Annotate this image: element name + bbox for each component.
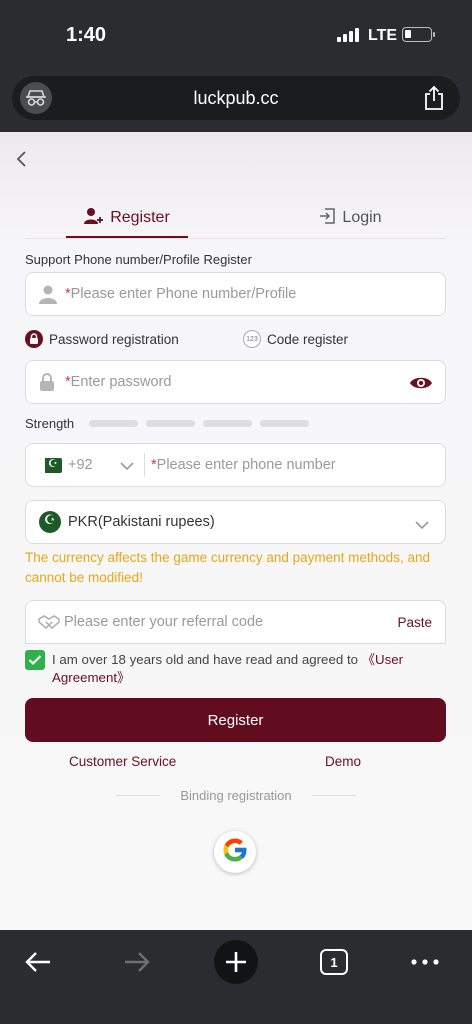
user-icon [39, 284, 57, 309]
agreement-statement: I am over 18 years old and have read and… [52, 652, 362, 667]
back-arrow-icon[interactable] [16, 940, 60, 984]
handshake-icon [38, 614, 60, 635]
chevron-down-icon [415, 517, 429, 535]
back-chevron-icon[interactable] [12, 148, 34, 170]
phone-number-input[interactable]: *Please enter phone number [145, 444, 445, 486]
customer-service-link[interactable]: Customer Service [69, 754, 176, 769]
register-button[interactable]: Register [25, 698, 446, 742]
share-icon[interactable] [422, 85, 446, 111]
divider-right [312, 795, 356, 796]
currency-value: PKR(Pakistani rupees) [68, 514, 215, 530]
login-icon [318, 207, 336, 230]
more-menu-icon[interactable] [403, 940, 447, 984]
browser-toolbar: 1 [0, 930, 472, 1024]
code-register-label: Code register [267, 331, 349, 347]
agreement-text: I am over 18 years old and have read and… [52, 651, 444, 687]
add-user-icon [84, 207, 104, 230]
forward-arrow-icon[interactable] [115, 940, 159, 984]
status-time: 1:40 [66, 24, 107, 46]
strength-label: Strength [25, 416, 75, 431]
url-text[interactable]: luckpub.cc [12, 88, 460, 109]
google-login-button[interactable] [214, 831, 256, 873]
new-tab-plus-icon[interactable] [214, 940, 258, 984]
phone-input-group: +92 *Please enter phone number [25, 443, 446, 487]
tab-login[interactable]: Login [300, 198, 400, 238]
tab-login-label: Login [342, 209, 382, 226]
password-strength-meter [89, 420, 309, 427]
country-code-value: +92 [68, 457, 93, 473]
register-page: Register Login Support Phone number/Prof… [0, 132, 472, 930]
eye-icon[interactable] [409, 375, 433, 396]
support-label: Support Phone number/Profile Register [25, 252, 252, 267]
currency-select[interactable]: PKR(Pakistani rupees) [25, 500, 446, 544]
referral-input[interactable]: Please enter your referral code Paste [25, 600, 446, 644]
tab-count: 1 [320, 949, 348, 975]
agreement-checkbox[interactable] [25, 650, 45, 670]
password-registration-option[interactable]: Password registration [25, 328, 179, 350]
code-register-option[interactable]: 123 Code register [243, 328, 348, 350]
pakistan-flag-icon [39, 511, 61, 533]
phone-placeholder: Please enter phone number [156, 457, 336, 473]
browser-address-area: luckpub.cc [0, 70, 472, 132]
signal-icon [337, 28, 359, 42]
demo-link[interactable]: Demo [325, 754, 361, 769]
profile-input[interactable]: *Please enter Phone number/Profile [25, 272, 446, 316]
tab-divider [25, 238, 446, 239]
number-code-icon: 123 [243, 330, 261, 348]
password-registration-label: Password registration [49, 331, 179, 347]
password-placeholder: Enter password [70, 374, 172, 390]
google-icon [220, 835, 250, 870]
lock-icon [25, 330, 43, 348]
country-code-select[interactable]: +92 [26, 444, 144, 486]
tab-register[interactable]: Register [66, 198, 188, 238]
address-bar[interactable]: luckpub.cc [12, 76, 460, 120]
tab-register-label: Register [110, 209, 170, 226]
battery-icon [402, 27, 435, 42]
network-label: LTE [368, 27, 398, 44]
referral-placeholder: Please enter your referral code [64, 614, 264, 630]
pakistan-flag-icon [40, 458, 62, 473]
currency-warning: The currency affects the game currency a… [25, 550, 430, 585]
password-input[interactable]: *Enter password [25, 360, 446, 404]
chevron-down-icon [120, 458, 134, 476]
profile-placeholder: Please enter Phone number/Profile [70, 286, 297, 302]
status-bar: 1:40 LTE [0, 0, 472, 70]
binding-registration-label: Binding registration [180, 788, 292, 803]
paste-button[interactable]: Paste [397, 615, 432, 630]
tabs-button[interactable]: 1 [312, 940, 356, 984]
lock-outline-icon [39, 373, 55, 397]
